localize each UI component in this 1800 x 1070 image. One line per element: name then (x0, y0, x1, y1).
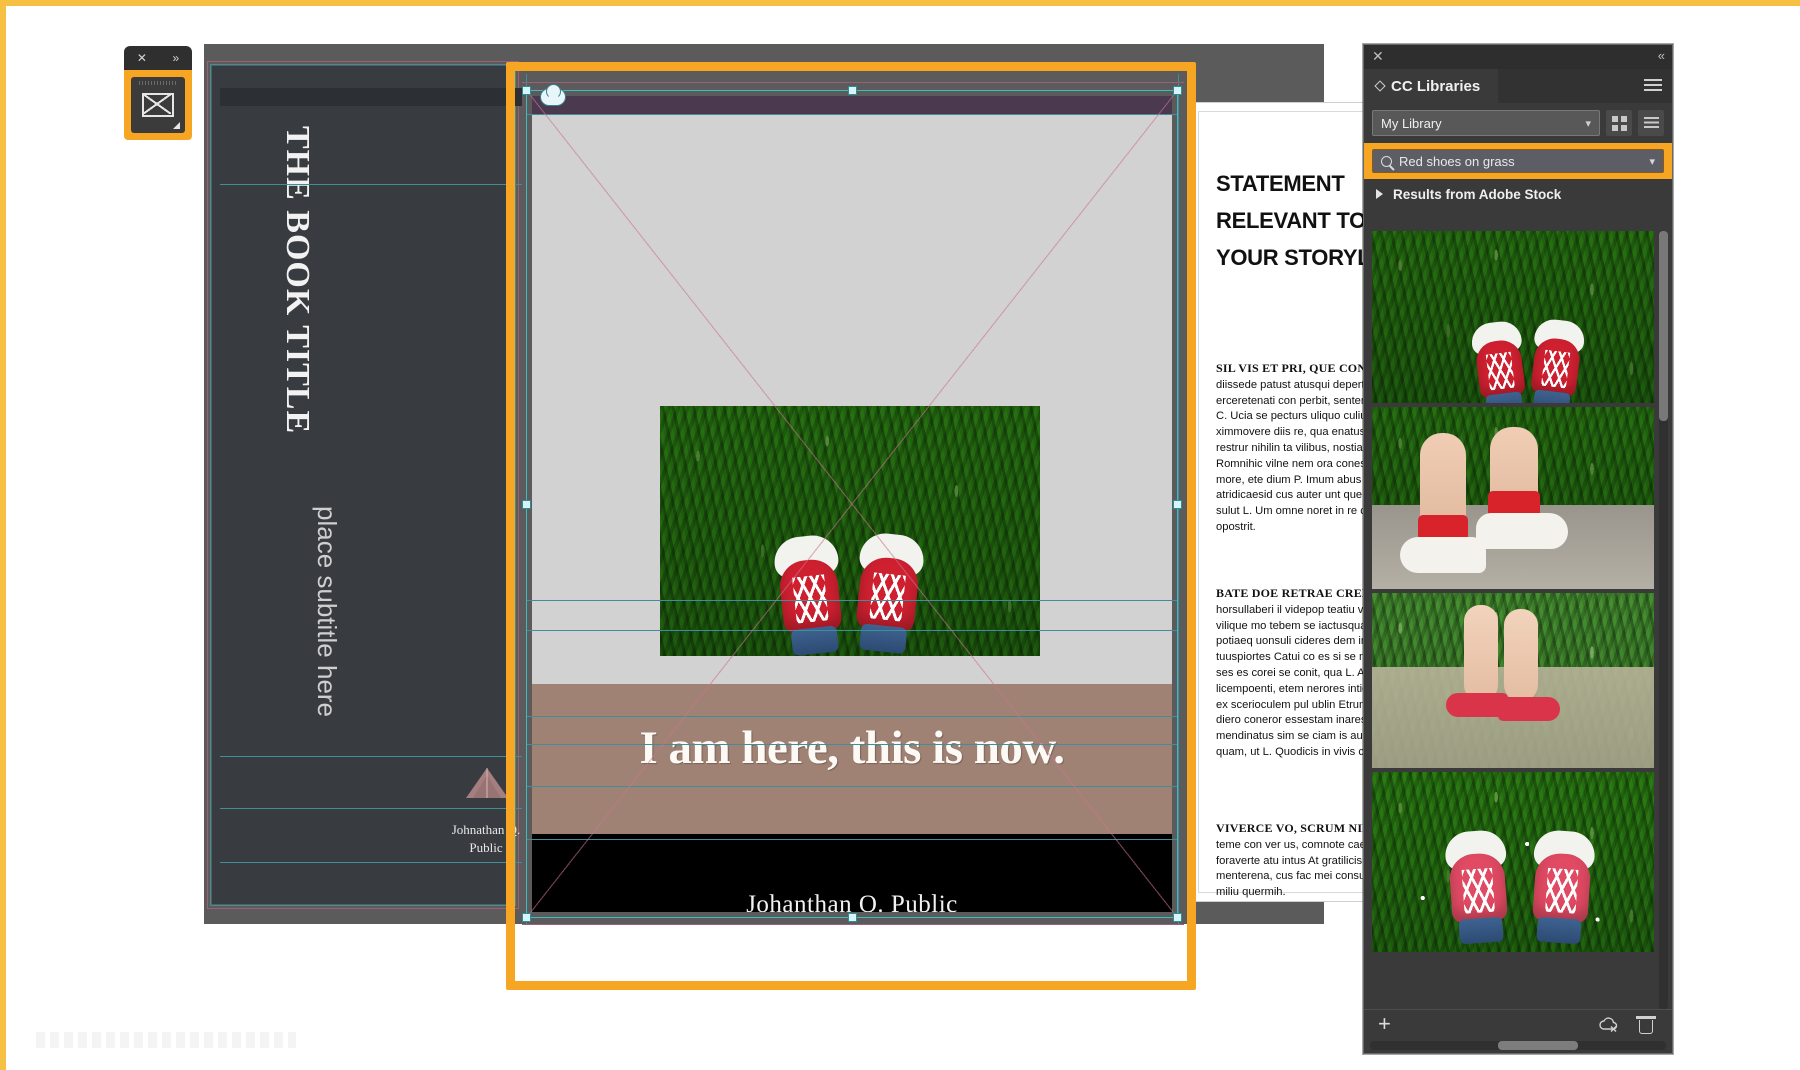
chevron-down-icon[interactable]: ▾ (1649, 155, 1655, 168)
spine-subtitle: place subtitle here (312, 506, 342, 718)
selected-object-frame[interactable] (522, 86, 1182, 922)
margin-guide (220, 184, 522, 185)
resize-handle-nw[interactable] (522, 86, 531, 95)
trash-icon[interactable] (1636, 1016, 1656, 1034)
bleed-guide (522, 82, 1184, 83)
resize-handle-s[interactable] (848, 913, 857, 922)
spine-top-band (220, 88, 522, 106)
panel-titlebar: ✕ « (1364, 45, 1672, 69)
chevron-down-icon: ▾ (1585, 117, 1591, 130)
double-chevron-right-icon[interactable]: » (173, 51, 180, 65)
stock-search-input[interactable]: Red shoes on grass ▾ (1372, 149, 1664, 173)
plus-icon[interactable]: + (1378, 1013, 1396, 1035)
panel-title: CC Libraries (1391, 77, 1481, 95)
empty-frame-cross (527, 91, 1177, 917)
hamburger-menu-icon[interactable] (1644, 79, 1662, 92)
list-item[interactable] (1372, 593, 1654, 768)
library-select-value: My Library (1381, 115, 1442, 131)
double-chevron-left-icon[interactable]: « (1658, 49, 1665, 63)
back-cover-page[interactable]: THE BOOK TITLE place subtitle here Johna… (212, 66, 522, 904)
sneaker (1526, 317, 1587, 403)
resize-handle-ne[interactable] (1173, 86, 1182, 95)
vertical-scrollbar[interactable] (1659, 231, 1668, 1009)
triangle-logo-icon (466, 768, 508, 798)
tool-slot[interactable] (131, 77, 185, 133)
panel-tab-row: CC Libraries (1364, 69, 1672, 103)
resize-handle-sw[interactable] (522, 913, 531, 922)
panel-footer-toolbar: + (1364, 1009, 1672, 1039)
list-view-button[interactable] (1638, 110, 1664, 136)
pasteboard[interactable]: THE BOOK TITLE place subtitle here Johna… (204, 44, 1481, 990)
search-value: Red shoes on grass (1399, 153, 1515, 169)
margin-guide (220, 756, 522, 757)
tools-panel-titlebar: ✕ » (124, 46, 192, 70)
sneaker (1443, 828, 1512, 945)
scrollbar-thumb[interactable] (1659, 231, 1668, 421)
app-window: THE BOOK TITLE place subtitle here Johna… (0, 0, 1800, 1070)
list-view-icon (1643, 116, 1659, 130)
resize-handle-n[interactable] (848, 86, 857, 95)
bleed-guide (522, 924, 1184, 925)
cloud-unlink-icon[interactable] (1598, 1017, 1620, 1033)
library-controls: My Library ▾ (1364, 103, 1672, 143)
guide (1178, 74, 1179, 924)
library-select[interactable]: My Library ▾ (1372, 110, 1600, 136)
diamond-icon (1374, 80, 1386, 92)
results-label: Results from Adobe Stock (1393, 186, 1562, 202)
horizontal-scrollbar[interactable] (1370, 1041, 1666, 1050)
list-item[interactable] (1372, 231, 1654, 403)
document-spread: THE BOOK TITLE place subtitle here Johna… (204, 44, 1481, 990)
tools-panel-highlight (124, 70, 192, 140)
chevron-right-icon[interactable] (1376, 189, 1383, 199)
red-heel (1498, 697, 1560, 721)
stock-results-list[interactable] (1372, 231, 1654, 1009)
panel-grip[interactable] (139, 81, 177, 85)
daisies (1372, 772, 1654, 952)
list-item[interactable] (1372, 772, 1654, 952)
canvas-watermark (36, 1032, 296, 1048)
margin-guide (220, 808, 522, 809)
tool-flyout-arrow-icon[interactable] (173, 122, 180, 129)
cloud-link-icon[interactable] (540, 84, 566, 106)
tools-panel[interactable]: ✕ » (124, 46, 192, 140)
tab-cc-libraries[interactable]: CC Libraries (1364, 69, 1499, 103)
sneaker (1528, 828, 1597, 945)
white-shoe (1476, 513, 1568, 549)
resize-handle-w[interactable] (522, 500, 531, 509)
resize-handle-se[interactable] (1173, 913, 1182, 922)
resize-handle-e[interactable] (1173, 500, 1182, 509)
scrollbar-thumb[interactable] (1498, 1041, 1578, 1050)
cc-libraries-panel[interactable]: ✕ « CC Libraries My Library ▾ Red shoes … (1363, 44, 1673, 1054)
search-highlight-callout: Red shoes on grass ▾ (1364, 143, 1672, 179)
white-shoe (1400, 537, 1486, 573)
rectangle-frame-tool-icon[interactable] (142, 93, 174, 117)
leg (1504, 609, 1538, 701)
grid-view-icon (1611, 115, 1627, 131)
close-icon[interactable]: ✕ (137, 51, 147, 65)
close-icon[interactable]: ✕ (1372, 49, 1384, 63)
margin-guide (220, 862, 522, 863)
leg (1464, 605, 1498, 701)
search-icon (1381, 155, 1392, 167)
results-section-header[interactable]: Results from Adobe Stock (1364, 179, 1672, 209)
list-item[interactable] (1372, 407, 1654, 589)
grid-view-button[interactable] (1606, 110, 1632, 136)
